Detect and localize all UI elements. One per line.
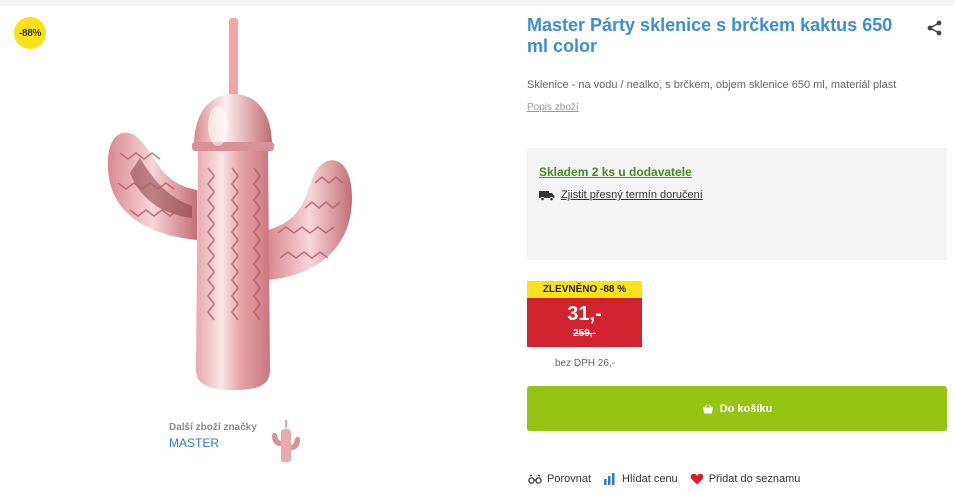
description-link[interactable]: Popis zboží xyxy=(527,102,579,113)
truck-icon xyxy=(539,190,555,201)
watch-price-label: Hlídat cenu xyxy=(622,473,678,485)
stock-status[interactable]: Skladem 2 ks u dodavatele xyxy=(539,165,692,179)
add-to-cart-button[interactable]: Do košíku xyxy=(527,386,947,431)
add-to-cart-label: Do košíku xyxy=(719,402,773,415)
basket-icon xyxy=(702,403,713,413)
price-without-vat: bez DPH 26,- xyxy=(555,358,616,369)
watch-price-action[interactable]: Hlídat cenu xyxy=(603,472,678,486)
availability-box: Skladem 2 ks u dodavatele Zjistit přesný… xyxy=(527,148,947,260)
price-box: ZLEVNĚNO -88 % 31,- 259,- xyxy=(527,281,642,347)
heart-icon xyxy=(690,473,704,485)
delivery-label: Zjistit přesný termín doručení xyxy=(561,189,703,201)
share-icon[interactable] xyxy=(926,19,944,37)
price-panel: 31,- 259,- xyxy=(527,298,642,347)
product-image[interactable] xyxy=(100,18,360,396)
discount-badge: -88% xyxy=(14,17,46,49)
short-description: Sklenice - na vodu / nealko, s brčkem, o… xyxy=(527,79,897,91)
brand-block: Další zboží značky MASTER xyxy=(169,422,257,450)
brand-link[interactable]: MASTER xyxy=(169,436,257,450)
original-price: 259,- xyxy=(573,328,596,339)
add-to-list-label: Přidat do seznamu xyxy=(708,473,801,485)
price-watch-icon xyxy=(604,473,615,485)
delivery-info-link[interactable]: Zjistit přesný termín doručení xyxy=(539,189,703,201)
discount-flag: ZLEVNĚNO -88 % xyxy=(527,281,642,298)
brand-caption: Další zboží značky xyxy=(169,422,257,433)
compare-icon xyxy=(528,474,542,484)
product-gallery: -88% Další zboží značky MASTER xyxy=(0,6,500,493)
compare-action[interactable]: Porovnat xyxy=(528,473,591,485)
compare-label: Porovnat xyxy=(547,473,592,485)
add-to-list-action[interactable]: Přidat do seznamu xyxy=(690,473,801,485)
product-thumbnail[interactable] xyxy=(271,420,301,464)
current-price: 31,- xyxy=(567,303,602,325)
product-actions: Porovnat Hlídat cenu Přidat do seznamu xyxy=(528,472,812,486)
product-title: Master Párty sklenice s brčkem kaktus 65… xyxy=(527,15,893,56)
